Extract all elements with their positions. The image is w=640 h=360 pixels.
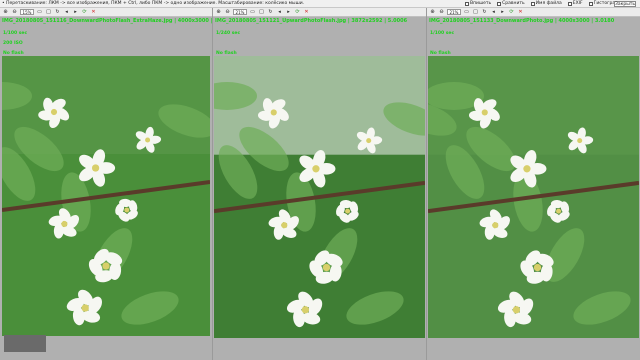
- next-icon[interactable]: ▸: [72, 9, 79, 16]
- image-panel-1[interactable]: ⊕ ⊖ 15% ▭ □ ↻ ◂ ▸ ⟳ ✕ IMG_20180805_15111…: [0, 8, 233, 360]
- prev-icon[interactable]: ◂: [490, 9, 497, 16]
- rotate-icon[interactable]: ↻: [481, 9, 488, 16]
- refresh-icon[interactable]: ⟳: [508, 9, 515, 16]
- zoom-out-icon[interactable]: ⊖: [11, 9, 18, 16]
- status-box: [4, 335, 46, 352]
- fit-icon[interactable]: ▭: [249, 9, 256, 16]
- image-panel-2[interactable]: ⊕ ⊖ 21% ▭ □ ↻ ◂ ▸ ⟳ ✕ IMG_20180805_15112…: [213, 8, 426, 360]
- photo-viewport[interactable]: [214, 56, 425, 338]
- actual-size-icon[interactable]: □: [258, 9, 265, 16]
- photo-viewport[interactable]: [428, 56, 639, 338]
- rotate-icon[interactable]: ↻: [267, 9, 274, 16]
- rotate-icon[interactable]: ↻: [54, 9, 61, 16]
- checkbox-icon: [465, 2, 469, 6]
- prev-icon[interactable]: ◂: [276, 9, 283, 16]
- zoom-level[interactable]: 21%: [447, 9, 461, 15]
- file-name-label: IMG_20180805_151121_UpwardPhotoFlash.jpg…: [215, 18, 408, 24]
- exif-exposure: 1/100 sec: [430, 31, 455, 36]
- option-exif[interactable]: EXIF: [567, 0, 583, 8]
- next-icon[interactable]: ▸: [499, 9, 506, 16]
- panel-toolbar: ⊕ ⊖ 21% ▭ □ ↻ ◂ ▸ ⟳ ✕: [427, 8, 640, 17]
- image-panel-3[interactable]: ⊕ ⊖ 21% ▭ □ ↻ ◂ ▸ ⟳ ✕ IMG_20180805_15113…: [427, 8, 640, 360]
- fit-icon[interactable]: ▭: [36, 9, 43, 16]
- close-icon[interactable]: ✕: [90, 9, 97, 16]
- zoom-in-icon[interactable]: ⊕: [215, 9, 222, 16]
- zoom-level[interactable]: 15%: [20, 9, 34, 15]
- zoom-level[interactable]: 21%: [233, 9, 247, 15]
- checkbox-icon: [530, 2, 535, 6]
- view-options: Впишеть Сравнить Имя файла EXIF Гистогра…: [465, 0, 625, 8]
- next-icon[interactable]: ▸: [285, 9, 292, 16]
- panel-toolbar: ⊕ ⊖ 15% ▭ □ ↻ ◂ ▸ ⟳ ✕: [0, 8, 212, 17]
- blossom-photo: [2, 56, 210, 336]
- top-hint-bar: • Перетаскивание: ЛКМ -> все изображения…: [0, 0, 640, 8]
- refresh-icon[interactable]: ⟳: [294, 9, 301, 16]
- actual-size-icon[interactable]: □: [472, 9, 479, 16]
- zoom-in-icon[interactable]: ⊕: [429, 9, 436, 16]
- blossom-photo: [214, 56, 425, 338]
- close-icon[interactable]: ✕: [303, 9, 310, 16]
- file-name-label: IMG_20180805_151116_DownwardPhotoFlash_E…: [2, 18, 234, 24]
- zoom-out-icon[interactable]: ⊖: [224, 9, 231, 16]
- panel-toolbar: ⊕ ⊖ 21% ▭ □ ↻ ◂ ▸ ⟳ ✕: [213, 8, 426, 17]
- exif-iso: 200 ISO: [3, 41, 23, 46]
- photo-viewport[interactable]: [2, 56, 210, 336]
- blossom-photo: [428, 56, 639, 338]
- refresh-icon[interactable]: ⟳: [81, 9, 88, 16]
- option-filename[interactable]: Имя файла: [530, 0, 562, 8]
- zoom-in-icon[interactable]: ⊕: [2, 9, 9, 16]
- exif-exposure: 1/240 sec: [216, 31, 241, 36]
- zoom-out-icon[interactable]: ⊖: [438, 9, 445, 16]
- checkbox-icon: [588, 2, 593, 6]
- fit-icon[interactable]: ▭: [463, 9, 470, 16]
- checkbox-icon: [497, 2, 502, 6]
- option-compare[interactable]: Сравнить: [497, 0, 525, 8]
- close-icon[interactable]: ✕: [517, 9, 524, 16]
- close-button[interactable]: Закрыть: [614, 1, 636, 7]
- exif-exposure: 1/100 sec: [3, 31, 28, 36]
- option-fit[interactable]: Впишеть: [465, 0, 491, 8]
- hint-text: • Перетаскивание: ЛКМ -> все изображения…: [2, 1, 305, 6]
- prev-icon[interactable]: ◂: [63, 9, 70, 16]
- actual-size-icon[interactable]: □: [45, 9, 52, 16]
- file-name-label: IMG_20180805_151133_DownwardPhoto.jpg | …: [429, 18, 615, 24]
- checkbox-icon: [567, 2, 572, 6]
